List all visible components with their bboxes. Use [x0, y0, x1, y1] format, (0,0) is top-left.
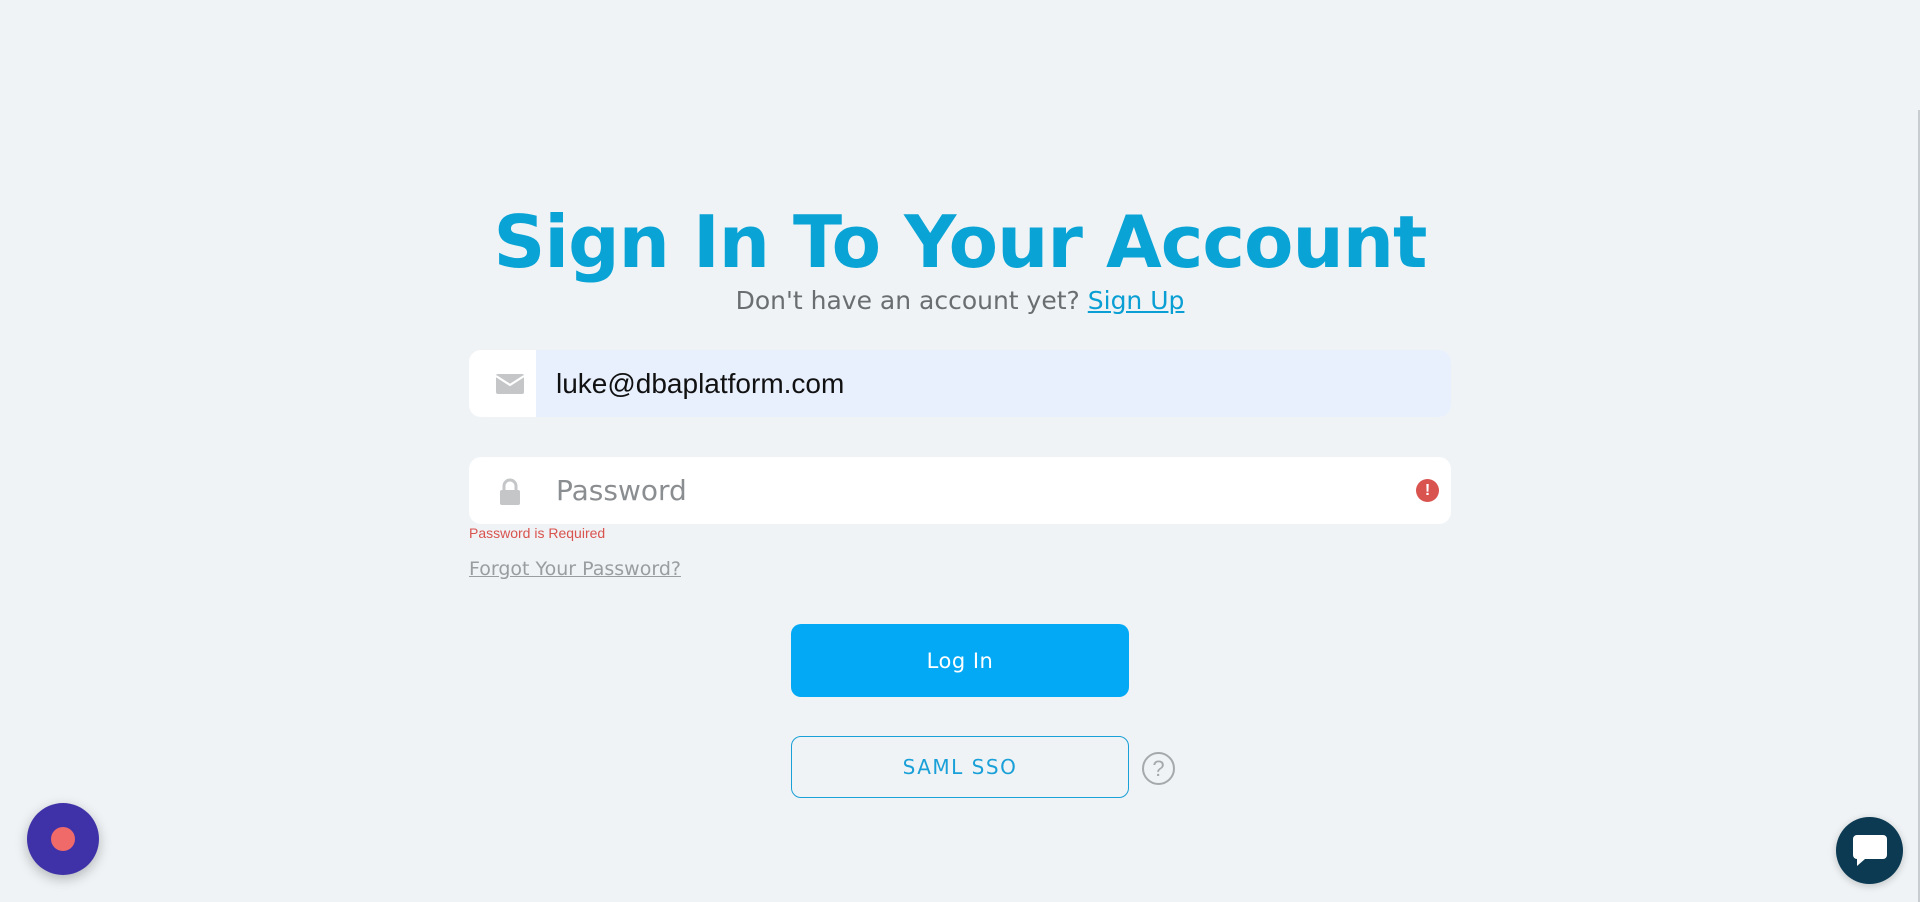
alert-icon: !	[1416, 479, 1439, 502]
forgot-password-link[interactable]: Forgot Your Password?	[469, 558, 681, 580]
password-field: !	[469, 457, 1451, 524]
password-error: Password is Required	[469, 525, 606, 541]
password-input[interactable]	[536, 457, 1396, 524]
envelope-icon	[495, 370, 525, 398]
email-field: luke@dbaplatform.com	[469, 350, 1451, 417]
question-icon[interactable]: ?	[1142, 752, 1175, 785]
lock-icon	[495, 477, 525, 505]
record-icon	[51, 827, 75, 851]
signup-link[interactable]: Sign Up	[1088, 286, 1185, 315]
record-widget-button[interactable]	[27, 803, 99, 875]
email-input[interactable]: luke@dbaplatform.com	[536, 350, 1451, 417]
saml-sso-button[interactable]: SAML SSO	[791, 736, 1129, 798]
signup-prompt-text: Don't have an account yet?	[735, 286, 1080, 315]
login-page: Sign In To Your Account Don't have an ac…	[0, 0, 1920, 902]
page-title: Sign In To Your Account	[493, 200, 1428, 284]
login-button[interactable]: Log In	[791, 624, 1129, 697]
signup-prompt: Don't have an account yet? Sign Up	[0, 286, 1920, 315]
chat-widget-button[interactable]	[1836, 817, 1903, 884]
